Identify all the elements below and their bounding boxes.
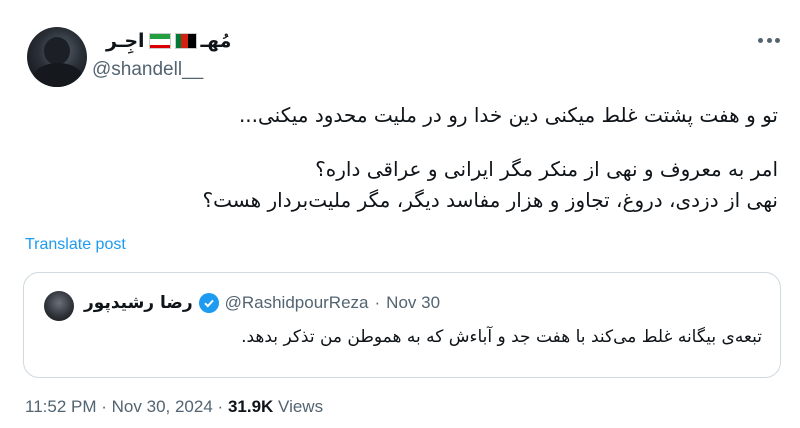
author-name-row[interactable]: مُهـ اجِـر	[106, 30, 231, 52]
quoted-date: Nov 30	[386, 293, 441, 312]
post-text: تو و هفت پشتت غلط میکنی دین خدا رو در مل…	[20, 100, 779, 216]
verified-badge-icon	[198, 293, 219, 313]
author-display-name-suffix: اجِـر	[106, 30, 145, 52]
quoted-handle: @RashidpourReza	[224, 293, 369, 312]
post-date[interactable]: Nov 30, 2024	[112, 397, 213, 416]
afghanistan-flag-icon	[174, 33, 197, 49]
author-avatar[interactable]	[27, 27, 87, 87]
iran-flag-icon	[148, 33, 171, 49]
quoted-text: تبعه‌ی بیگانه غلط می‌کند با هفت جد و آبا…	[241, 327, 762, 347]
quoted-post[interactable]: رضا رشیدپور @RashidpourReza · Nov 30 تبع…	[23, 272, 781, 378]
avatar-shoulders	[33, 63, 83, 87]
more-options-icon[interactable]	[758, 30, 780, 50]
quoted-header: رضا رشیدپور @RashidpourReza · Nov 30	[84, 293, 440, 313]
views-count: 31.9K	[227, 397, 274, 416]
post-line-2: امر به معروف و نهی از منکر مگر ایرانی و …	[315, 157, 778, 181]
avatar-head	[44, 37, 70, 65]
post-time[interactable]: 11:52 PM	[25, 397, 97, 416]
views-label: Views	[278, 397, 324, 416]
quoted-display-name: رضا رشیدپور	[84, 293, 193, 313]
translate-post-link[interactable]: Translate post	[25, 236, 126, 254]
post-line-3: نهی از دزدی، دروغ، تجاوز و هزار مفاسد دی…	[202, 188, 779, 212]
author-handle[interactable]: @shandell__	[92, 59, 203, 81]
author-display-name: مُهـ	[200, 30, 232, 52]
quoted-author-avatar	[44, 291, 74, 321]
quoted-separator: ·	[374, 293, 381, 312]
meta-separator-1: ·	[101, 397, 107, 416]
post-meta: 11:52 PM · Nov 30, 2024 · 31.9K Views	[25, 397, 323, 417]
meta-separator-2: ·	[217, 397, 224, 416]
post-line-1: تو و هفت پشتت غلط میکنی دین خدا رو در مل…	[238, 103, 778, 127]
